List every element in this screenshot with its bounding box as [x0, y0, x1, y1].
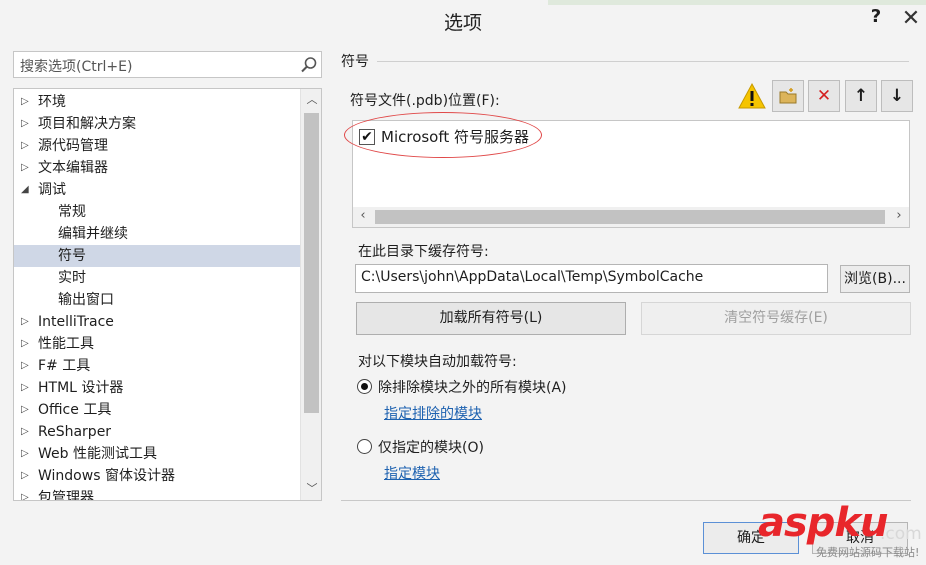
tree-item-label: 环境	[38, 94, 66, 110]
tree-item-label: 输出窗口	[58, 292, 114, 308]
symbol-locations-list[interactable]: ✔ Microsoft 符号服务器 ‹ ›	[352, 120, 910, 228]
options-tree[interactable]: ▷ 环境 ▷ 项目和解决方案 ▷ 源代码管理 ▷ 文本编辑器 ◢ 调试常规编辑并继续符号实时输出窗…	[13, 88, 322, 501]
specify-modules-link[interactable]: 指定模块	[384, 463, 440, 483]
list-scrollbar-thumb[interactable]	[375, 210, 885, 224]
microsoft-symbol-server-checkbox[interactable]: ✔	[359, 129, 375, 145]
tree-item-label: Windows 窗体设计器	[38, 468, 175, 484]
tree-item[interactable]: 输出窗口	[14, 289, 300, 311]
tree-item-label: 调试	[38, 182, 66, 198]
arrow-up-icon: ↑	[853, 86, 869, 106]
tree-item-label: 常规	[58, 204, 86, 220]
symbol-server-label[interactable]: Microsoft 符号服务器	[381, 126, 529, 147]
move-up-button[interactable]: ↑	[845, 80, 877, 112]
delete-icon: ✕	[816, 86, 832, 106]
watermark-subtitle: 免费网站源码下载站!	[816, 546, 920, 559]
tree-item-label: 包管理器	[38, 490, 94, 501]
collapsed-arrow-icon[interactable]: ▷	[21, 443, 31, 465]
tree-item[interactable]: ▷ Office 工具	[14, 399, 300, 421]
arrow-down-icon: ↓	[889, 86, 905, 106]
auto-load-label: 对以下模块自动加载符号:	[358, 354, 517, 370]
tree-item[interactable]: ▷ 环境	[14, 91, 300, 113]
collapsed-arrow-icon[interactable]: ▷	[21, 113, 31, 135]
collapsed-arrow-icon[interactable]: ▷	[21, 355, 31, 377]
collapsed-arrow-icon[interactable]: ▷	[21, 399, 31, 421]
radio-specified-modules[interactable]	[357, 439, 372, 454]
folder-icon	[779, 88, 797, 104]
tree-item[interactable]: ▷ 包管理器	[14, 487, 300, 501]
collapsed-arrow-icon[interactable]: ▷	[21, 333, 31, 355]
tree-item-label: 文本编辑器	[38, 160, 108, 176]
cache-path-input[interactable]: C:\Users\john\AppData\Local\Temp\SymbolC…	[355, 264, 828, 293]
tree-item[interactable]: ▷ ReSharper	[14, 421, 300, 443]
watermark-logo: aspku	[758, 500, 889, 546]
tree-item[interactable]: ▷ Windows 窗体设计器	[14, 465, 300, 487]
move-down-button[interactable]: ↓	[881, 80, 913, 112]
scroll-left-arrow-icon[interactable]: ‹	[355, 208, 371, 226]
tree-item[interactable]: ▷ 源代码管理	[14, 135, 300, 157]
delete-location-button[interactable]: ✕	[808, 80, 840, 112]
tree-item-label: F# 工具	[38, 358, 91, 374]
search-icon[interactable]	[300, 56, 318, 74]
tree-item-label: 项目和解决方案	[38, 116, 136, 132]
collapsed-arrow-icon[interactable]: ▷	[21, 487, 31, 500]
collapsed-arrow-icon[interactable]: ▷	[21, 157, 31, 179]
tree-item[interactable]: ▷ 性能工具	[14, 333, 300, 355]
tree-item[interactable]: ▷ HTML 设计器	[14, 377, 300, 399]
tree-item-label: 源代码管理	[38, 138, 108, 154]
tree-item[interactable]: ▷ 项目和解决方案	[14, 113, 300, 135]
tree-item[interactable]: 常规	[14, 201, 300, 223]
tree-scrollbar-thumb[interactable]	[304, 113, 319, 413]
radio-selected-dot	[361, 383, 368, 390]
search-options-input[interactable]: 搜索选项(Ctrl+E)	[13, 51, 322, 78]
expanded-arrow-icon[interactable]: ◢	[21, 179, 31, 201]
collapsed-arrow-icon[interactable]: ▷	[21, 135, 31, 157]
tree-item-label: Office 工具	[38, 402, 112, 418]
collapsed-arrow-icon[interactable]: ▷	[21, 91, 31, 113]
watermark-suffix: .com	[880, 524, 922, 544]
tree-item[interactable]: ◢ 调试	[14, 179, 300, 201]
load-all-symbols-button[interactable]: 加载所有符号(L)	[356, 302, 626, 335]
list-horizontal-scrollbar[interactable]: ‹ ›	[353, 207, 909, 227]
collapsed-arrow-icon[interactable]: ▷	[21, 311, 31, 333]
tree-item-label: ReSharper	[38, 424, 112, 440]
collapsed-arrow-icon[interactable]: ▷	[21, 377, 31, 399]
section-divider	[377, 61, 909, 62]
tree-item-label: 性能工具	[38, 336, 94, 352]
radio-all-modules[interactable]	[357, 379, 372, 394]
tree-item[interactable]: 符号	[14, 245, 300, 267]
search-placeholder: 搜索选项(Ctrl+E)	[20, 59, 133, 75]
tree-item-label: 实时	[58, 270, 86, 286]
add-folder-button[interactable]	[772, 80, 804, 112]
tree-item-label: 符号	[58, 248, 86, 264]
help-button[interactable]: ?	[862, 6, 890, 30]
section-title: 符号	[341, 54, 369, 70]
tree-scrollbar[interactable]: ︿ ﹀	[300, 89, 321, 500]
cache-directory-label: 在此目录下缓存符号:	[358, 244, 489, 260]
scroll-right-arrow-icon[interactable]: ›	[891, 208, 907, 226]
collapsed-arrow-icon[interactable]: ▷	[21, 421, 31, 443]
tree-item[interactable]: ▷ F# 工具	[14, 355, 300, 377]
browse-button[interactable]: 浏览(B)...	[840, 265, 910, 293]
radio-specified-modules-label[interactable]: 仅指定的模块(O)	[378, 437, 484, 457]
tree-item-label: IntelliTrace	[38, 314, 114, 330]
tree-item[interactable]: 编辑并继续	[14, 223, 300, 245]
scroll-down-arrow-icon[interactable]: ﹀	[301, 480, 321, 498]
scroll-up-arrow-icon[interactable]: ︿	[301, 91, 321, 109]
dialog-title: 选项	[443, 12, 482, 34]
tree-item[interactable]: 实时	[14, 267, 300, 289]
background-strip	[548, 0, 926, 5]
radio-all-modules-label[interactable]: 除排除模块之外的所有模块(A)	[378, 377, 567, 397]
warning-icon	[738, 82, 766, 109]
tree-item[interactable]: ▷ 文本编辑器	[14, 157, 300, 179]
tree-item[interactable]: ▷ Web 性能测试工具	[14, 443, 300, 465]
specify-excluded-modules-link[interactable]: 指定排除的模块	[384, 403, 482, 423]
close-button[interactable]: ✕	[898, 6, 924, 31]
tree-item-label: 编辑并继续	[58, 226, 128, 242]
clear-symbol-cache-button[interactable]: 清空符号缓存(E)	[641, 302, 911, 335]
tree-item-label: HTML 设计器	[38, 380, 124, 396]
tree-item-label: Web 性能测试工具	[38, 446, 157, 462]
collapsed-arrow-icon[interactable]: ▷	[21, 465, 31, 487]
tree-item[interactable]: ▷ IntelliTrace	[14, 311, 300, 333]
symbol-file-locations-label: 符号文件(.pdb)位置(F):	[350, 93, 500, 109]
